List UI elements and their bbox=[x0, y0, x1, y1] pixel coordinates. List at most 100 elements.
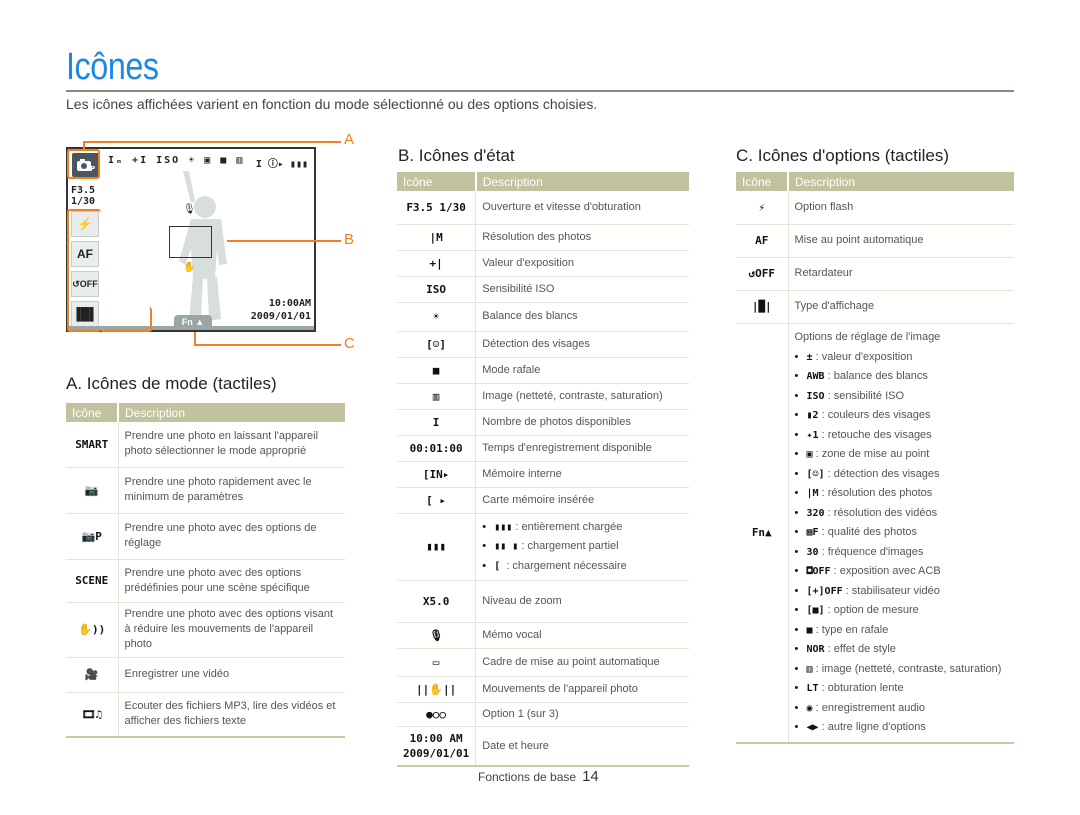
list-item: ± : valeur d'exposition bbox=[795, 348, 1009, 368]
metering-icon: [■] bbox=[806, 605, 825, 616]
row-description: Détection des visages bbox=[475, 331, 689, 358]
bullet-text: : résolution des photos bbox=[821, 487, 933, 499]
recording-time-icon: 00:01:00 bbox=[397, 435, 477, 462]
bullet-text: : balance des blancs bbox=[827, 370, 928, 382]
row-description: Mouvements de l'appareil photo bbox=[475, 676, 689, 703]
list-item: ISO : sensibilité ISO bbox=[795, 387, 1009, 407]
af-frame-icon: ▭ bbox=[397, 648, 477, 677]
list-item: ◉ : enregistrement audio bbox=[795, 699, 1009, 719]
auto-camera-icon: 📷 bbox=[66, 467, 119, 514]
program-camera-icon: 📷P bbox=[66, 513, 119, 560]
bullet-list: ▮▮▮ : entièrement chargée▮▮ ▮ : chargeme… bbox=[482, 518, 683, 577]
bullet-text: : détection des visages bbox=[827, 467, 940, 480]
bullet-text: : valeur d'exposition bbox=[815, 350, 913, 363]
table-row: |M Résolution des photos bbox=[397, 224, 689, 251]
bullet-text: : qualité des photos bbox=[821, 526, 918, 538]
bullet-text: : chargement nécessaire bbox=[506, 559, 627, 572]
row-description: Option 1 (sur 3) bbox=[475, 702, 689, 727]
footer-section: Fonctions de base bbox=[478, 770, 577, 784]
row-description: Mise au point automatique bbox=[788, 224, 1014, 258]
row-description: Enregistrer une vidéo bbox=[118, 657, 345, 693]
list-item: AWB : balance des blancs bbox=[795, 367, 1009, 387]
page-footer: Fonctions de base 14 bbox=[478, 768, 599, 785]
bullet-text: : obturation lente bbox=[821, 682, 904, 694]
header-icon: Icône bbox=[397, 172, 477, 191]
row-description: Mémo vocal bbox=[475, 622, 689, 649]
row-description: Prendre une photo en laissant l'appareil… bbox=[118, 422, 345, 468]
camera-shake-icon: ✋ bbox=[183, 262, 196, 273]
list-item: [☺] : détection des visages bbox=[795, 465, 1009, 485]
row-description: Prendre une photo avec des options visan… bbox=[118, 602, 345, 658]
aperture-value: F3.5 bbox=[71, 185, 96, 196]
photo-resolution-icon: |M bbox=[397, 224, 477, 251]
list-item: ▮▮ ▮ : chargement partiel bbox=[482, 537, 683, 557]
callout-c-box bbox=[67, 209, 101, 332]
row-description: Résolution des photos bbox=[475, 224, 689, 251]
bullet-text: : effet de style bbox=[827, 643, 896, 655]
table-row: ▥ Image (netteté, contraste, saturation) bbox=[397, 383, 689, 410]
header-description: Description bbox=[118, 403, 345, 422]
table-row: ☀ Balance des blancs bbox=[397, 302, 689, 332]
bullet-text: : option de mesure bbox=[827, 604, 919, 616]
page-number: 14 bbox=[582, 768, 599, 785]
bullet-text: : couleurs des visages bbox=[821, 409, 931, 421]
row-description: Carte mémoire insérée bbox=[475, 487, 689, 514]
date-time: 10:00AM 2009/01/01 bbox=[251, 297, 311, 323]
bullet-text: : zone de mise au point bbox=[815, 448, 930, 460]
face-tone-icon: ▮2 bbox=[806, 410, 819, 421]
list-item: |M : résolution des photos bbox=[795, 484, 1009, 504]
face-retouch-icon: ✦1 bbox=[806, 429, 819, 441]
row-description: Date et heure bbox=[475, 726, 689, 767]
focus-area-icon: ▣ bbox=[806, 449, 813, 460]
date-value: 2009/01/01 bbox=[250, 311, 311, 322]
list-item: ▮2 : couleurs des visages bbox=[795, 406, 1009, 426]
table-row: 00:01:00 Temps d'enregistrement disponibl… bbox=[397, 435, 689, 462]
bullet-text: : fréquence d'images bbox=[821, 545, 924, 558]
row-description: Sensibilité ISO bbox=[475, 276, 689, 303]
table-row: ■ Mode rafale bbox=[397, 357, 689, 384]
date-time-icon: 10:00 AM 2009/01/01 bbox=[397, 726, 477, 767]
time-value: 10:00AM bbox=[268, 298, 311, 309]
bullet-text: : image (netteté, contraste, saturation) bbox=[815, 662, 1002, 675]
list-item: LT : obturation lente bbox=[795, 679, 1009, 699]
af-frame bbox=[169, 226, 212, 258]
table-row: SCENE Prendre une photo avec des options … bbox=[66, 559, 345, 603]
voice-record-icon: ◉ bbox=[806, 702, 813, 714]
long-time-icon: LT bbox=[806, 683, 819, 694]
bullet-text: : résolution des vidéos bbox=[827, 506, 938, 519]
list-item: ▣ : zone de mise au point bbox=[795, 445, 1009, 465]
ev-icon: ± bbox=[806, 351, 813, 363]
table-row: ●○○ Option 1 (sur 3) bbox=[397, 702, 689, 727]
table-row: ▭ Cadre de mise au point automatique bbox=[397, 648, 689, 677]
aperture-readout: F3.5 1/30 bbox=[71, 185, 95, 207]
status-icons-table: Icône Description F3.5 1/30 Ouverture et … bbox=[397, 172, 689, 767]
flash-icon: ⚡ bbox=[736, 191, 789, 225]
autofocus-icon: AF bbox=[736, 224, 789, 258]
list-item: ▮▮▮ : entièrement chargée bbox=[482, 518, 683, 538]
bullet-text: : entièrement chargée bbox=[515, 520, 623, 533]
aperture-shutter-icon: F3.5 1/30 bbox=[397, 191, 477, 225]
face-detect-off-icon: [☺] bbox=[806, 468, 825, 480]
header-icon: Icône bbox=[66, 403, 119, 422]
callout-a-box bbox=[67, 149, 100, 179]
table-row: ||✋|| Mouvements de l'appareil photo bbox=[397, 676, 689, 703]
fn-menu-icon: Fn▲ bbox=[736, 323, 789, 744]
bullet-text: : autre ligne d'options bbox=[821, 721, 926, 733]
table-row: ▮▮▮▮▮▮ : entièrement chargée▮▮ ▮ : charg… bbox=[397, 513, 689, 581]
callout-c-line bbox=[194, 344, 341, 346]
fn-heading: Options de réglage de l'image bbox=[794, 330, 941, 343]
awb-icon: AWB bbox=[806, 371, 825, 382]
list-item: ▦F : qualité des photos bbox=[795, 523, 1009, 543]
row-description: Prendre une photo avec des options prédé… bbox=[118, 559, 345, 603]
row-description: Temps d'enregistrement disponible bbox=[475, 435, 689, 462]
table-row: 10:00 AM 2009/01/01 Date et heure bbox=[397, 726, 689, 767]
table-row: SMART Prendre une photo en laissant l'app… bbox=[66, 422, 345, 468]
table-row: F3.5 1/30 Ouverture et vitesse d'obturati… bbox=[397, 191, 689, 225]
iso-icon: ISO bbox=[397, 276, 477, 303]
iso-auto-icon: ISO bbox=[806, 390, 825, 402]
table-row: [ ▸ Carte mémoire insérée bbox=[397, 487, 689, 514]
table-row: 🎥 Enregistrer une vidéo bbox=[66, 657, 345, 693]
photo-size-icon: |M bbox=[806, 488, 819, 499]
bullet-text: : chargement partiel bbox=[521, 540, 619, 552]
callout-b-line bbox=[227, 240, 341, 242]
